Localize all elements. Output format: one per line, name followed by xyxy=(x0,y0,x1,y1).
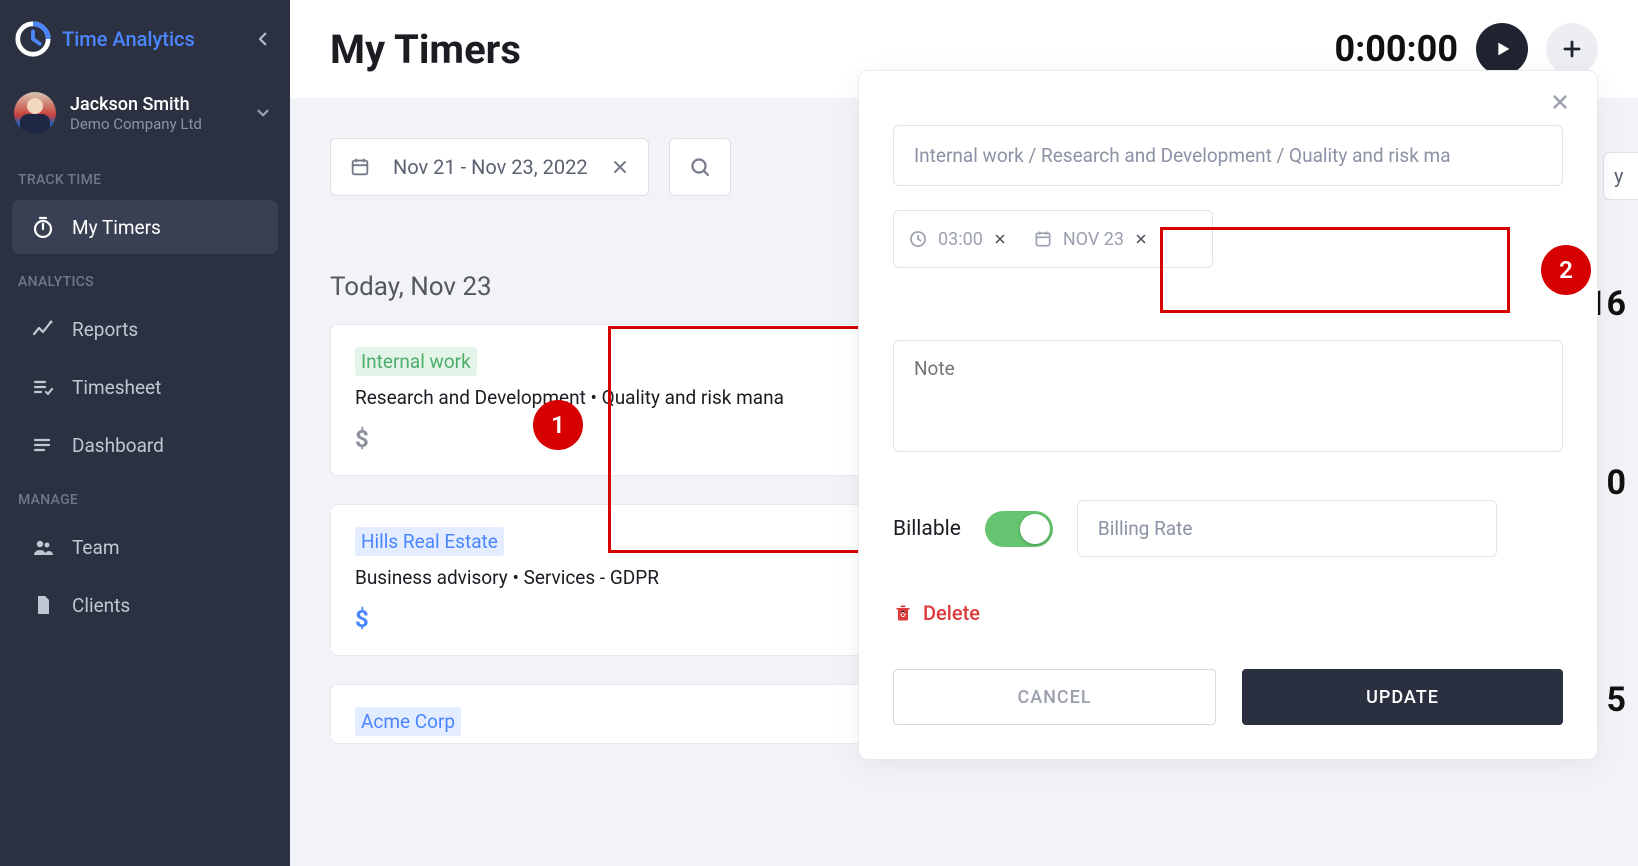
section-track-time: TRACK TIME xyxy=(0,154,290,198)
time-input[interactable]: 03:00 xyxy=(908,229,1007,250)
date-input[interactable]: NOV 23 xyxy=(1033,229,1148,250)
section-manage: MANAGE xyxy=(0,474,290,518)
edit-timer-popup: Internal work / Research and Development… xyxy=(858,70,1598,760)
duration-value: 5 xyxy=(1606,680,1626,720)
billable-label: Billable xyxy=(893,517,961,541)
close-icon xyxy=(1549,91,1571,113)
avatar xyxy=(14,92,56,134)
start-timer-button[interactable] xyxy=(1476,23,1528,75)
chevron-down-icon xyxy=(254,104,272,122)
date-range-picker[interactable]: Nov 21 - Nov 23, 2022 xyxy=(330,138,649,196)
list-check-icon xyxy=(30,374,56,400)
sidebar-item-dashboard[interactable]: Dashboard xyxy=(12,418,278,472)
sidebar-item-team[interactable]: Team xyxy=(12,520,278,574)
billable-toggle[interactable] xyxy=(985,511,1053,547)
stopwatch-icon xyxy=(30,214,56,240)
clear-date-button[interactable] xyxy=(1134,232,1148,246)
date-range-text: Nov 21 - Nov 23, 2022 xyxy=(393,155,588,179)
sidebar-item-my-timers[interactable]: My Timers xyxy=(12,200,278,254)
client-tag: Internal work xyxy=(355,347,477,376)
user-company: Demo Company Ltd xyxy=(70,115,240,133)
app-name: Time Analytics xyxy=(62,27,195,51)
add-timer-button[interactable] xyxy=(1546,23,1598,75)
close-popup-button[interactable] xyxy=(1549,91,1571,113)
logo-icon xyxy=(14,20,52,58)
collapse-sidebar-button[interactable] xyxy=(254,30,272,48)
sidebar-item-clients[interactable]: Clients xyxy=(12,578,278,632)
user-menu[interactable]: Jackson Smith Demo Company Ltd xyxy=(0,80,290,154)
duration-value: 0 xyxy=(1606,463,1626,503)
update-button[interactable]: UPDATE xyxy=(1242,669,1563,725)
chart-line-icon xyxy=(30,316,56,342)
nav-label: My Timers xyxy=(72,216,161,239)
delete-label: Delete xyxy=(923,601,980,625)
search-icon xyxy=(688,155,712,179)
page-title: My Timers xyxy=(330,26,521,73)
task-path-field[interactable]: Internal work / Research and Development… xyxy=(893,125,1563,186)
cancel-button[interactable]: CANCEL xyxy=(893,669,1216,725)
user-name: Jackson Smith xyxy=(70,94,240,115)
note-textarea[interactable] xyxy=(893,340,1563,452)
user-info: Jackson Smith Demo Company Ltd xyxy=(70,94,240,133)
calendar-icon xyxy=(349,156,371,178)
sidebar-item-reports[interactable]: Reports xyxy=(12,302,278,356)
popup-button-row: CANCEL UPDATE xyxy=(893,669,1563,725)
list-icon xyxy=(30,432,56,458)
nav-label: Dashboard xyxy=(72,434,164,457)
file-icon xyxy=(30,592,56,618)
delete-timer-button[interactable]: Delete xyxy=(893,601,1563,625)
nav-label: Team xyxy=(72,536,120,559)
nav-label: Clients xyxy=(72,594,130,617)
client-tag: Hills Real Estate xyxy=(355,527,504,556)
billable-row: Billable Billing Rate xyxy=(893,500,1563,557)
logo-row: Time Analytics xyxy=(0,10,290,80)
chevron-left-icon xyxy=(254,30,272,48)
trash-icon xyxy=(893,603,913,623)
nav-label: Reports xyxy=(72,318,138,341)
date-value: NOV 23 xyxy=(1063,229,1124,250)
team-icon xyxy=(30,534,56,560)
plus-icon xyxy=(1560,37,1584,61)
time-date-field: 03:00 NOV 23 xyxy=(893,210,1213,268)
search-button[interactable] xyxy=(669,138,731,196)
topbar-right: 0:00:00 xyxy=(1334,23,1598,75)
calendar-icon xyxy=(1033,229,1053,249)
sidebar: Time Analytics Jackson Smith Demo Compan… xyxy=(0,0,290,866)
client-tag: Acme Corp xyxy=(355,707,461,736)
clock-icon xyxy=(908,229,928,249)
play-icon xyxy=(1491,38,1513,60)
view-mode-chip[interactable]: y xyxy=(1603,152,1638,200)
billing-rate-field[interactable]: Billing Rate xyxy=(1077,500,1497,557)
section-analytics: ANALYTICS xyxy=(0,256,290,300)
clear-date-icon[interactable] xyxy=(610,157,630,177)
time-value: 03:00 xyxy=(938,229,983,250)
sidebar-item-timesheet[interactable]: Timesheet xyxy=(12,360,278,414)
logo[interactable]: Time Analytics xyxy=(14,20,195,58)
main: My Timers 0:00:00 Nov 21 - Nov 23, 2022 xyxy=(290,0,1638,866)
clear-time-button[interactable] xyxy=(993,232,1007,246)
timer-display: 0:00:00 xyxy=(1334,28,1458,70)
nav-label: Timesheet xyxy=(72,376,161,399)
